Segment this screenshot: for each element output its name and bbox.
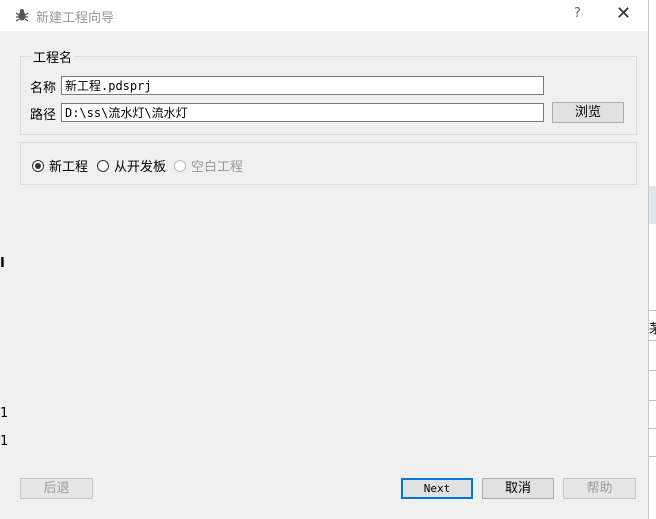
radio-label: 从开发板: [114, 160, 167, 175]
background-text: 茅: [649, 322, 656, 337]
help-button: 帮助: [563, 478, 636, 499]
window-title: 新建工程向导: [36, 11, 115, 26]
browse-button[interactable]: 浏览: [552, 102, 624, 123]
app-bug-icon: [15, 9, 29, 22]
project-name-field[interactable]: 新工程.pdsprj: [61, 76, 544, 95]
radio-new-project[interactable]: 新工程: [32, 156, 88, 175]
project-path-field[interactable]: D:\ss\流水灯\流水灯: [61, 103, 544, 122]
cancel-button[interactable]: 取消: [482, 478, 554, 499]
project-name-group: 工程名 名称 新工程.pdsprj 路径 D:\ss\流水灯\流水灯 浏览: [20, 47, 637, 135]
project-type-group: 新工程 从开发板 空白工程: [20, 142, 637, 185]
help-icon[interactable]: ?: [574, 6, 581, 21]
back-button: 后退: [20, 478, 93, 499]
name-label: 名称: [30, 81, 57, 96]
radio-blank-project: 空白工程: [174, 156, 243, 175]
radio-unchecked-icon[interactable]: [97, 159, 109, 172]
close-icon[interactable]: ✕: [616, 3, 631, 24]
radio-label: 空白工程: [191, 160, 244, 175]
radio-checked-icon[interactable]: [32, 159, 44, 172]
group-title: 工程名: [31, 47, 75, 66]
radio-from-dev-board[interactable]: 从开发板: [97, 156, 166, 175]
background-text: 1: [0, 406, 9, 421]
path-label: 路径: [30, 108, 57, 123]
radio-disabled-icon: [174, 159, 186, 172]
radio-label: 新工程: [49, 160, 89, 175]
background-text: 1: [0, 434, 9, 449]
background-text: I: [0, 256, 5, 271]
title-bar[interactable]: 新建工程向导 ? ✕: [0, 0, 648, 31]
next-button[interactable]: Next: [401, 478, 473, 499]
new-project-wizard-dialog: 新建工程向导 ? ✕ 工程名 名称 新工程.pdsprj 路径 D:\ss\流水…: [0, 0, 649, 519]
